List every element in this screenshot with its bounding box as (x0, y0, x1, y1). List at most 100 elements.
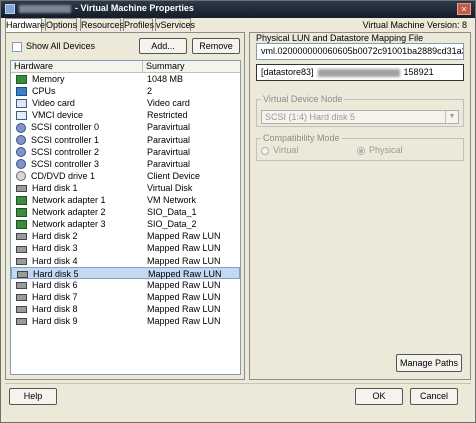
hardware-list-header: Hardware Summary (11, 61, 240, 73)
tab-resources[interactable]: Resources (80, 18, 124, 31)
network-adapter-icon (16, 220, 27, 230)
hardware-row[interactable]: Hard disk 9 Mapped Raw LUN (11, 315, 240, 327)
hardware-cell: Hard disk 9 (16, 315, 78, 327)
show-all-devices-checkbox[interactable] (12, 41, 22, 52)
cancel-button[interactable]: Cancel (410, 388, 458, 405)
tab-profiles[interactable]: Profiles (123, 18, 154, 31)
hard-disk-icon (16, 318, 27, 326)
hardware-name: Network adapter 2 (32, 207, 106, 218)
summary-cell: Paravirtual (147, 158, 191, 169)
hardware-name: Network adapter 1 (32, 195, 106, 205)
summary-cell: 1048 MB (147, 74, 184, 84)
cpu-icon (16, 87, 27, 97)
hardware-row[interactable]: SCSI controller 0 Paravirtual (11, 121, 240, 134)
summary-cell: Paravirtual (147, 146, 191, 157)
summary-cell: 2 (147, 86, 153, 97)
compat-physical-radio[interactable]: Physical (357, 145, 403, 155)
summary-cell: Mapped Raw LUN (147, 255, 221, 266)
hardware-row[interactable]: Hard disk 6 Mapped Raw LUN (11, 279, 240, 291)
hardware-row[interactable]: SCSI controller 1 Paravirtual (11, 134, 240, 146)
hardware-name: Hard disk 5 (33, 268, 79, 279)
device-details-panel: Physical LUN and Datastore Mapping File … (249, 32, 471, 380)
scsi-controller-icon (16, 159, 26, 170)
summary-cell: SIO_Data_1 (147, 207, 197, 218)
virtual-device-node-group: Virtual Device Node SCSI (1:4) Hard disk… (256, 94, 464, 127)
hardware-cell: SCSI controller 1 (16, 134, 99, 146)
lun-path-field[interactable]: vml.020000000060605b0072c91001ba2889cd31… (256, 43, 464, 60)
virtual-device-node-select[interactable]: SCSI (1:4) Hard disk 5 ▼ (261, 110, 459, 124)
vm-version-label: Virtual Machine Version: 8 (362, 20, 467, 30)
hardware-cell: Hard disk 3 (16, 242, 78, 254)
hardware-row[interactable]: SCSI controller 2 Paravirtual (11, 146, 240, 158)
hardware-row[interactable]: Hard disk 8 Mapped Raw LUN (11, 303, 240, 315)
hardware-row[interactable]: CPUs 2 (11, 85, 240, 97)
column-header-hardware[interactable]: Hardware (11, 61, 143, 72)
hardware-row[interactable]: Network adapter 3 SIO_Data_2 (11, 218, 240, 230)
summary-cell: Virtual Disk (147, 182, 193, 193)
scsi-controller-icon (16, 147, 26, 158)
hardware-name: Hard disk 8 (32, 303, 78, 314)
hardware-name: Hard disk 9 (32, 316, 78, 326)
hardware-row[interactable]: Network adapter 1 VM Network (11, 194, 240, 206)
hardware-name: Hard disk 3 (32, 243, 78, 254)
hardware-name: Hard disk 4 (32, 255, 78, 266)
hardware-cell: CPUs (16, 85, 56, 97)
virtual-device-node-label: Virtual Device Node (261, 94, 345, 104)
physical-radio-dot[interactable] (357, 146, 365, 155)
hardware-row[interactable]: Hard disk 1 Virtual Disk (11, 182, 240, 194)
chevron-down-icon: ▼ (445, 111, 458, 123)
hardware-row[interactable]: CD/DVD drive 1 Client Device (11, 170, 240, 182)
hardware-cell: SCSI controller 0 (16, 121, 99, 134)
remove-button[interactable]: Remove (192, 38, 240, 54)
hardware-row[interactable]: Hard disk 7 Mapped Raw LUN (11, 291, 240, 303)
hardware-cell: Hard disk 7 (16, 291, 78, 303)
hardware-cell: Memory (16, 73, 65, 85)
close-button[interactable]: × (457, 3, 471, 15)
add-button[interactable]: Add... (139, 38, 187, 54)
summary-cell: Paravirtual (147, 122, 191, 133)
scsi-controller-icon (16, 135, 26, 146)
hard-disk-icon (17, 270, 28, 278)
compat-virtual-label: Virtual (273, 145, 299, 155)
hard-disk-icon (16, 293, 27, 301)
tab-hardware[interactable]: Hardware (5, 18, 45, 32)
help-button[interactable]: Help (9, 388, 57, 405)
manage-paths-button[interactable]: Manage Paths (396, 354, 462, 372)
hardware-row[interactable]: VMCI device Restricted (11, 109, 240, 121)
hardware-row[interactable]: Hard disk 5 Mapped Raw LUN (11, 266, 240, 279)
hardware-cell: VMCI device (16, 109, 83, 121)
column-header-summary[interactable]: Summary (143, 61, 240, 72)
hardware-row[interactable]: Network adapter 2 SIO_Data_1 (11, 206, 240, 218)
hardware-cell: SCSI controller 2 (16, 146, 99, 158)
hardware-panel: Show All Devices Add... Remove Hardware … (5, 32, 245, 380)
summary-cell: Mapped Raw LUN (147, 243, 221, 254)
title-bar: - Virtual Machine Properties × (1, 1, 475, 18)
ok-button[interactable]: OK (355, 388, 403, 405)
hardware-row[interactable]: Hard disk 3 Mapped Raw LUN (11, 242, 240, 254)
summary-cell: VM Network (147, 195, 197, 205)
hardware-cell: Hard disk 8 (16, 303, 78, 315)
datastore-mapping-field[interactable]: [datastore83] 158921 (256, 64, 464, 81)
summary-cell: Mapped Raw LUN (147, 291, 221, 302)
summary-cell: Paravirtual (147, 134, 191, 145)
hardware-row[interactable]: SCSI controller 3 Paravirtual (11, 158, 240, 170)
hardware-row[interactable]: Hard disk 2 Mapped Raw LUN (11, 230, 240, 242)
hard-disk-icon (16, 281, 27, 289)
hard-disk-icon (16, 306, 27, 314)
hardware-name: Video card (32, 98, 75, 109)
vm-name-redacted (19, 4, 71, 13)
hardware-cell: Video card (16, 97, 75, 109)
tab-options[interactable]: Options (45, 18, 77, 31)
compat-virtual-radio[interactable]: Virtual (261, 145, 298, 155)
show-all-devices-toggle[interactable]: Show All Devices (12, 41, 95, 52)
hardware-row[interactable]: Video card Video card (11, 97, 240, 109)
summary-cell: Video card (147, 98, 190, 109)
hardware-name: Hard disk 2 (32, 231, 78, 242)
virtual-device-node-value: SCSI (1:4) Hard disk 5 (265, 112, 356, 122)
compatibility-mode-label: Compatibility Mode (261, 133, 342, 143)
virtual-radio-dot[interactable] (261, 146, 269, 155)
hardware-row[interactable]: Memory 1048 MB (11, 73, 240, 85)
hardware-row[interactable]: Hard disk 4 Mapped Raw LUN (11, 255, 240, 267)
hardware-cell: Network adapter 2 (16, 206, 106, 218)
tab-vservices[interactable]: vServices (155, 18, 195, 31)
